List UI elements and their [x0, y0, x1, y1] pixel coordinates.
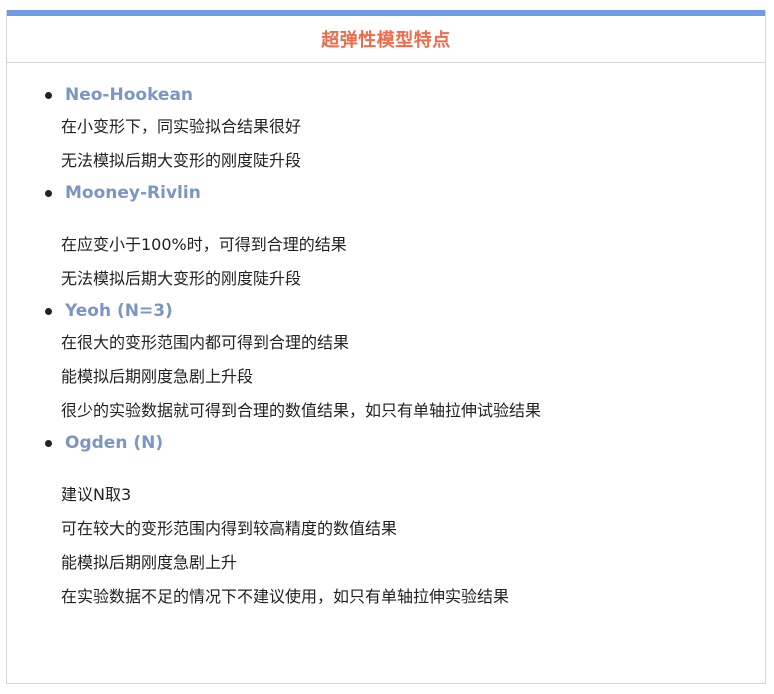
model-item-mooney-rivlin: Mooney-Rivlin 在应变小于100%时，可得到合理的结果 无法模拟后期… [7, 178, 765, 296]
model-feature-line: 很少的实验数据就可得到合理的数值结果，如只有单轴拉伸试验结果 [61, 401, 542, 420]
model-item-ogden: Ogden (N) 建议N取3 可在较大的变形范围内得到较高精度的数值结果 能模… [7, 428, 765, 614]
model-name: Ogden (N) [65, 433, 164, 453]
model-name: Mooney-Rivlin [65, 183, 201, 203]
model-feature-line: 能模拟后期刚度急剧上升段 [61, 367, 254, 386]
bullet-dot-icon [45, 190, 52, 197]
bullet-dot-icon [45, 308, 52, 315]
model-list: Neo-Hookean 在小变形下，同实验拟合结果很好 无法模拟后期大变形的刚度… [7, 63, 765, 614]
bullet-dot-icon [45, 92, 52, 99]
model-heading: Mooney-Rivlin [7, 178, 765, 208]
model-feature-line: 在小变形下，同实验拟合结果很好 [61, 117, 302, 136]
model-feature-line: 在实验数据不足的情况下不建议使用，如只有单轴拉伸实验结果 [61, 587, 510, 606]
model-card: 超弹性模型特点 Neo-Hookean 在小变形下，同实验拟合结果很好 无法模拟… [6, 10, 766, 684]
model-heading: Ogden (N) [7, 428, 765, 458]
model-feature-line: 可在较大的变形范围内得到较高精度的数值结果 [61, 519, 398, 538]
model-feature-line: 无法模拟后期大变形的刚度陡升段 [61, 151, 302, 170]
model-feature-line: 在应变小于100%时，可得到合理的结果 [61, 235, 347, 254]
model-feature-line: 无法模拟后期大变形的刚度陡升段 [61, 269, 302, 288]
model-feature-line: 在很大的变形范围内都可得到合理的结果 [61, 333, 350, 352]
model-name: Yeoh (N=3) [65, 301, 173, 321]
model-item-yeoh: Yeoh (N=3) 在很大的变形范围内都可得到合理的结果 能模拟后期刚度急剧上… [7, 296, 765, 428]
card-header: 超弹性模型特点 [7, 16, 765, 63]
model-heading: Yeoh (N=3) [7, 296, 765, 326]
model-feature-line: 能模拟后期刚度急剧上升 [61, 553, 238, 572]
model-item-neo-hookean: Neo-Hookean 在小变形下，同实验拟合结果很好 无法模拟后期大变形的刚度… [7, 80, 765, 178]
model-heading: Neo-Hookean [7, 80, 765, 110]
model-name: Neo-Hookean [65, 85, 194, 105]
card-title: 超弹性模型特点 [321, 30, 451, 51]
bullet-dot-icon [45, 440, 52, 447]
model-feature-line: 建议N取3 [61, 485, 132, 504]
